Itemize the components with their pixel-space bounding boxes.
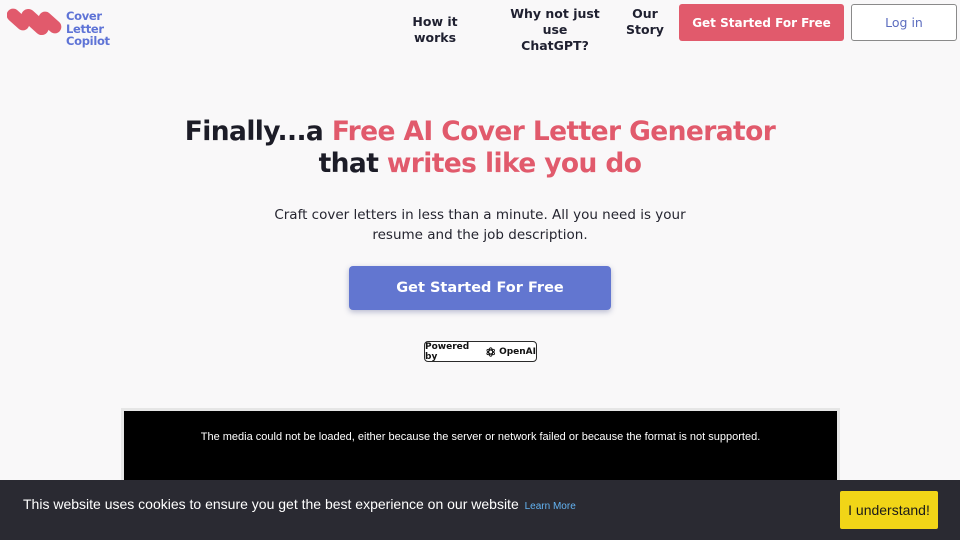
nav-story-line-1: Our (632, 6, 658, 21)
nav-why-line-2: ChatGPT? (521, 38, 589, 53)
hero-subtitle: Craft cover letters in less than a minut… (274, 207, 686, 243)
hero-title: Finally...a Free AI Cover Letter Generat… (0, 116, 960, 180)
openai-brand-label: OpenAI (499, 346, 536, 357)
nav-why-line-1: Why not just use (510, 6, 600, 37)
openai-icon (486, 346, 495, 357)
logo-text: Cover Letter Copilot (66, 10, 137, 48)
logo-line-2: Copilot (66, 34, 110, 48)
site-header: Cover Letter Copilot How it works Why no… (0, 0, 960, 53)
cookie-banner: This website uses cookies to ensure you … (0, 480, 960, 540)
powered-by-openai-badge[interactable]: Powered by OpenAI (424, 341, 537, 362)
nav-our-story[interactable]: Our Story (622, 6, 668, 38)
header-get-started-button[interactable]: Get Started For Free (679, 4, 844, 41)
logo[interactable]: Cover Letter Copilot (7, 4, 137, 47)
cookie-learn-more-link[interactable]: Learn More (525, 501, 576, 512)
nav-why-not-chatgpt[interactable]: Why not just use ChatGPT? (500, 6, 610, 54)
logo-line-1: Cover Letter (66, 9, 104, 36)
nav-how-it-works[interactable]: How it works (393, 14, 477, 46)
hero-get-started-button[interactable]: Get Started For Free (349, 266, 611, 310)
hero-title-part-2: that (318, 148, 387, 179)
cookie-message-text: This website uses cookies to ensure you … (23, 496, 519, 512)
powered-by-label: Powered by (425, 341, 470, 362)
login-button[interactable]: Log in (851, 4, 957, 41)
hero-title-part-1: Finally...a (184, 116, 332, 147)
nav-story-line-2: Story (626, 22, 664, 37)
cookie-message: This website uses cookies to ensure you … (23, 496, 576, 512)
video-error-message: The media could not be loaded, either be… (200, 431, 761, 443)
hero-title-accent-1: Free AI Cover Letter Generator (331, 116, 776, 147)
cookie-accept-button[interactable]: I understand! (840, 491, 938, 529)
nav-how-it-works-label: How it works (412, 14, 458, 45)
hero-title-accent-2: writes like you do (386, 148, 642, 179)
logo-icon (7, 8, 62, 36)
